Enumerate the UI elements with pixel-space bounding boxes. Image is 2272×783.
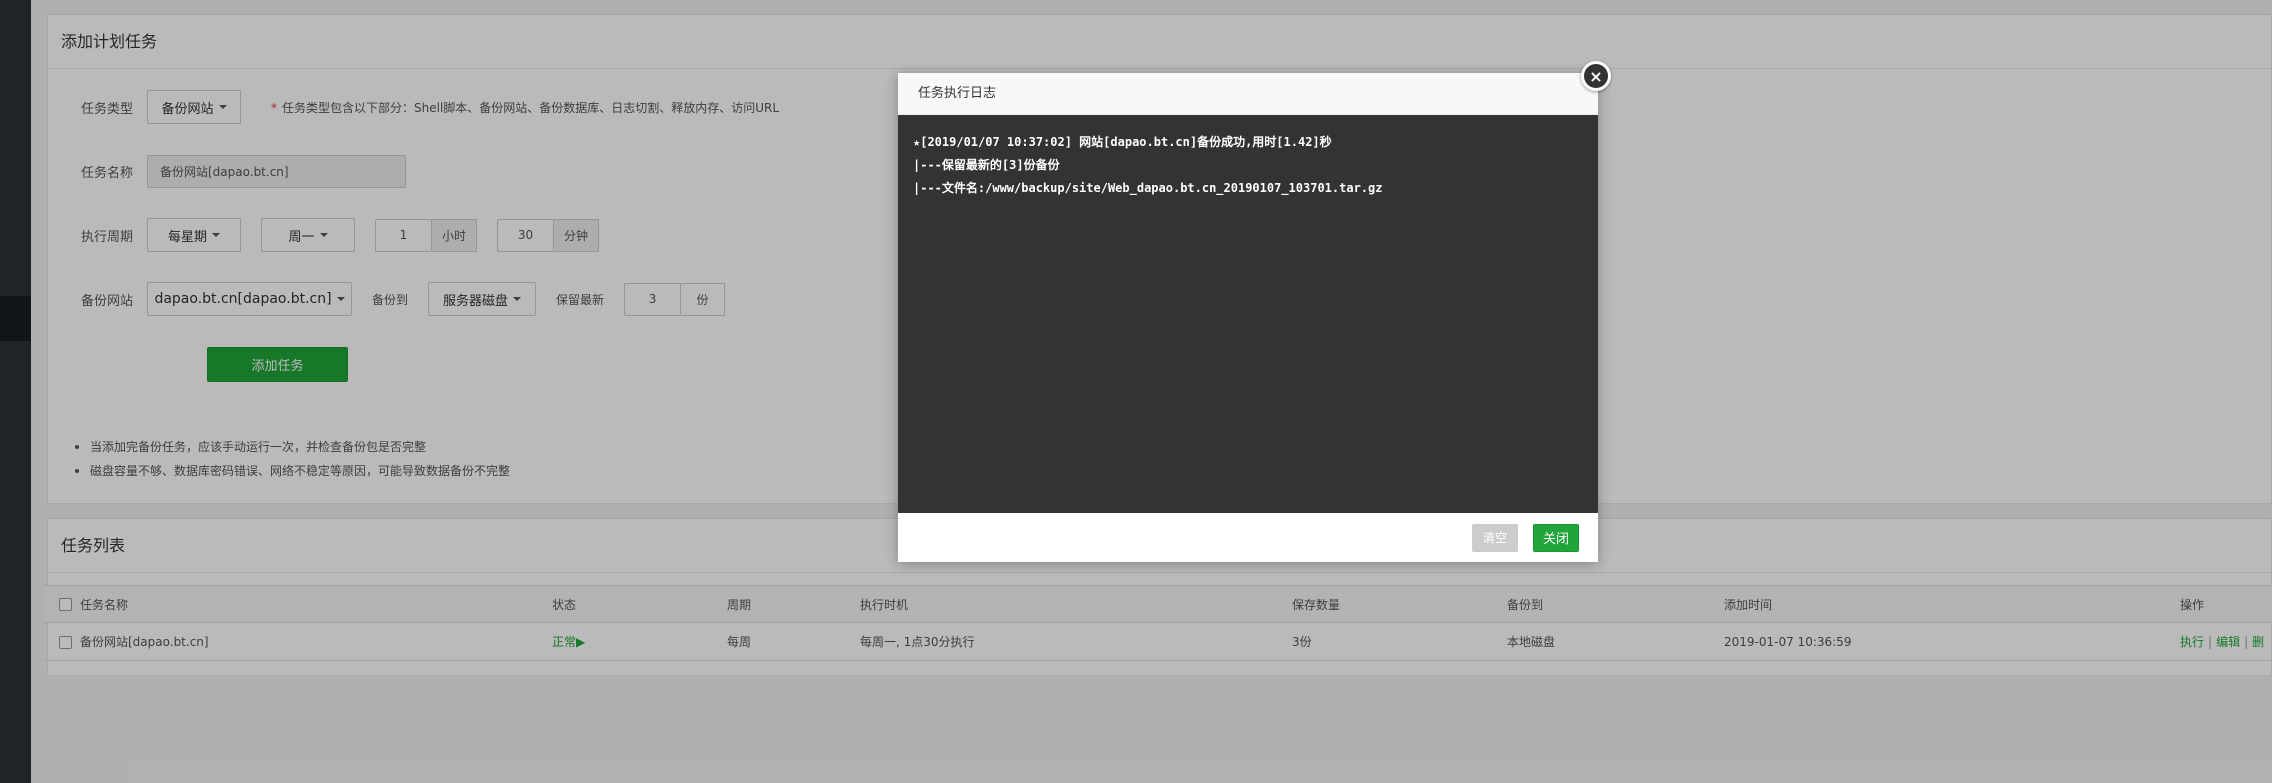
log-line: |---保留最新的[3]份备份 [913,158,1060,172]
clear-button[interactable]: 清空 [1472,523,1518,552]
log-line: ★[2019/01/07 10:37:02] 网站[dapao.bt.cn]备份… [913,135,1332,149]
log-output: ★[2019/01/07 10:37:02] 网站[dapao.bt.cn]备份… [898,115,1598,513]
task-log-modal: 任务执行日志 × ★[2019/01/07 10:37:02] 网站[dapao… [898,61,1611,562]
close-icon[interactable]: × [1581,61,1611,91]
modal-footer: 清空 关闭 [898,513,1598,562]
log-line: |---文件名:/www/backup/site/Web_dapao.bt.cn… [913,181,1383,195]
close-button[interactable]: 关闭 [1533,523,1579,552]
modal-title: 任务执行日志 [898,73,1598,115]
